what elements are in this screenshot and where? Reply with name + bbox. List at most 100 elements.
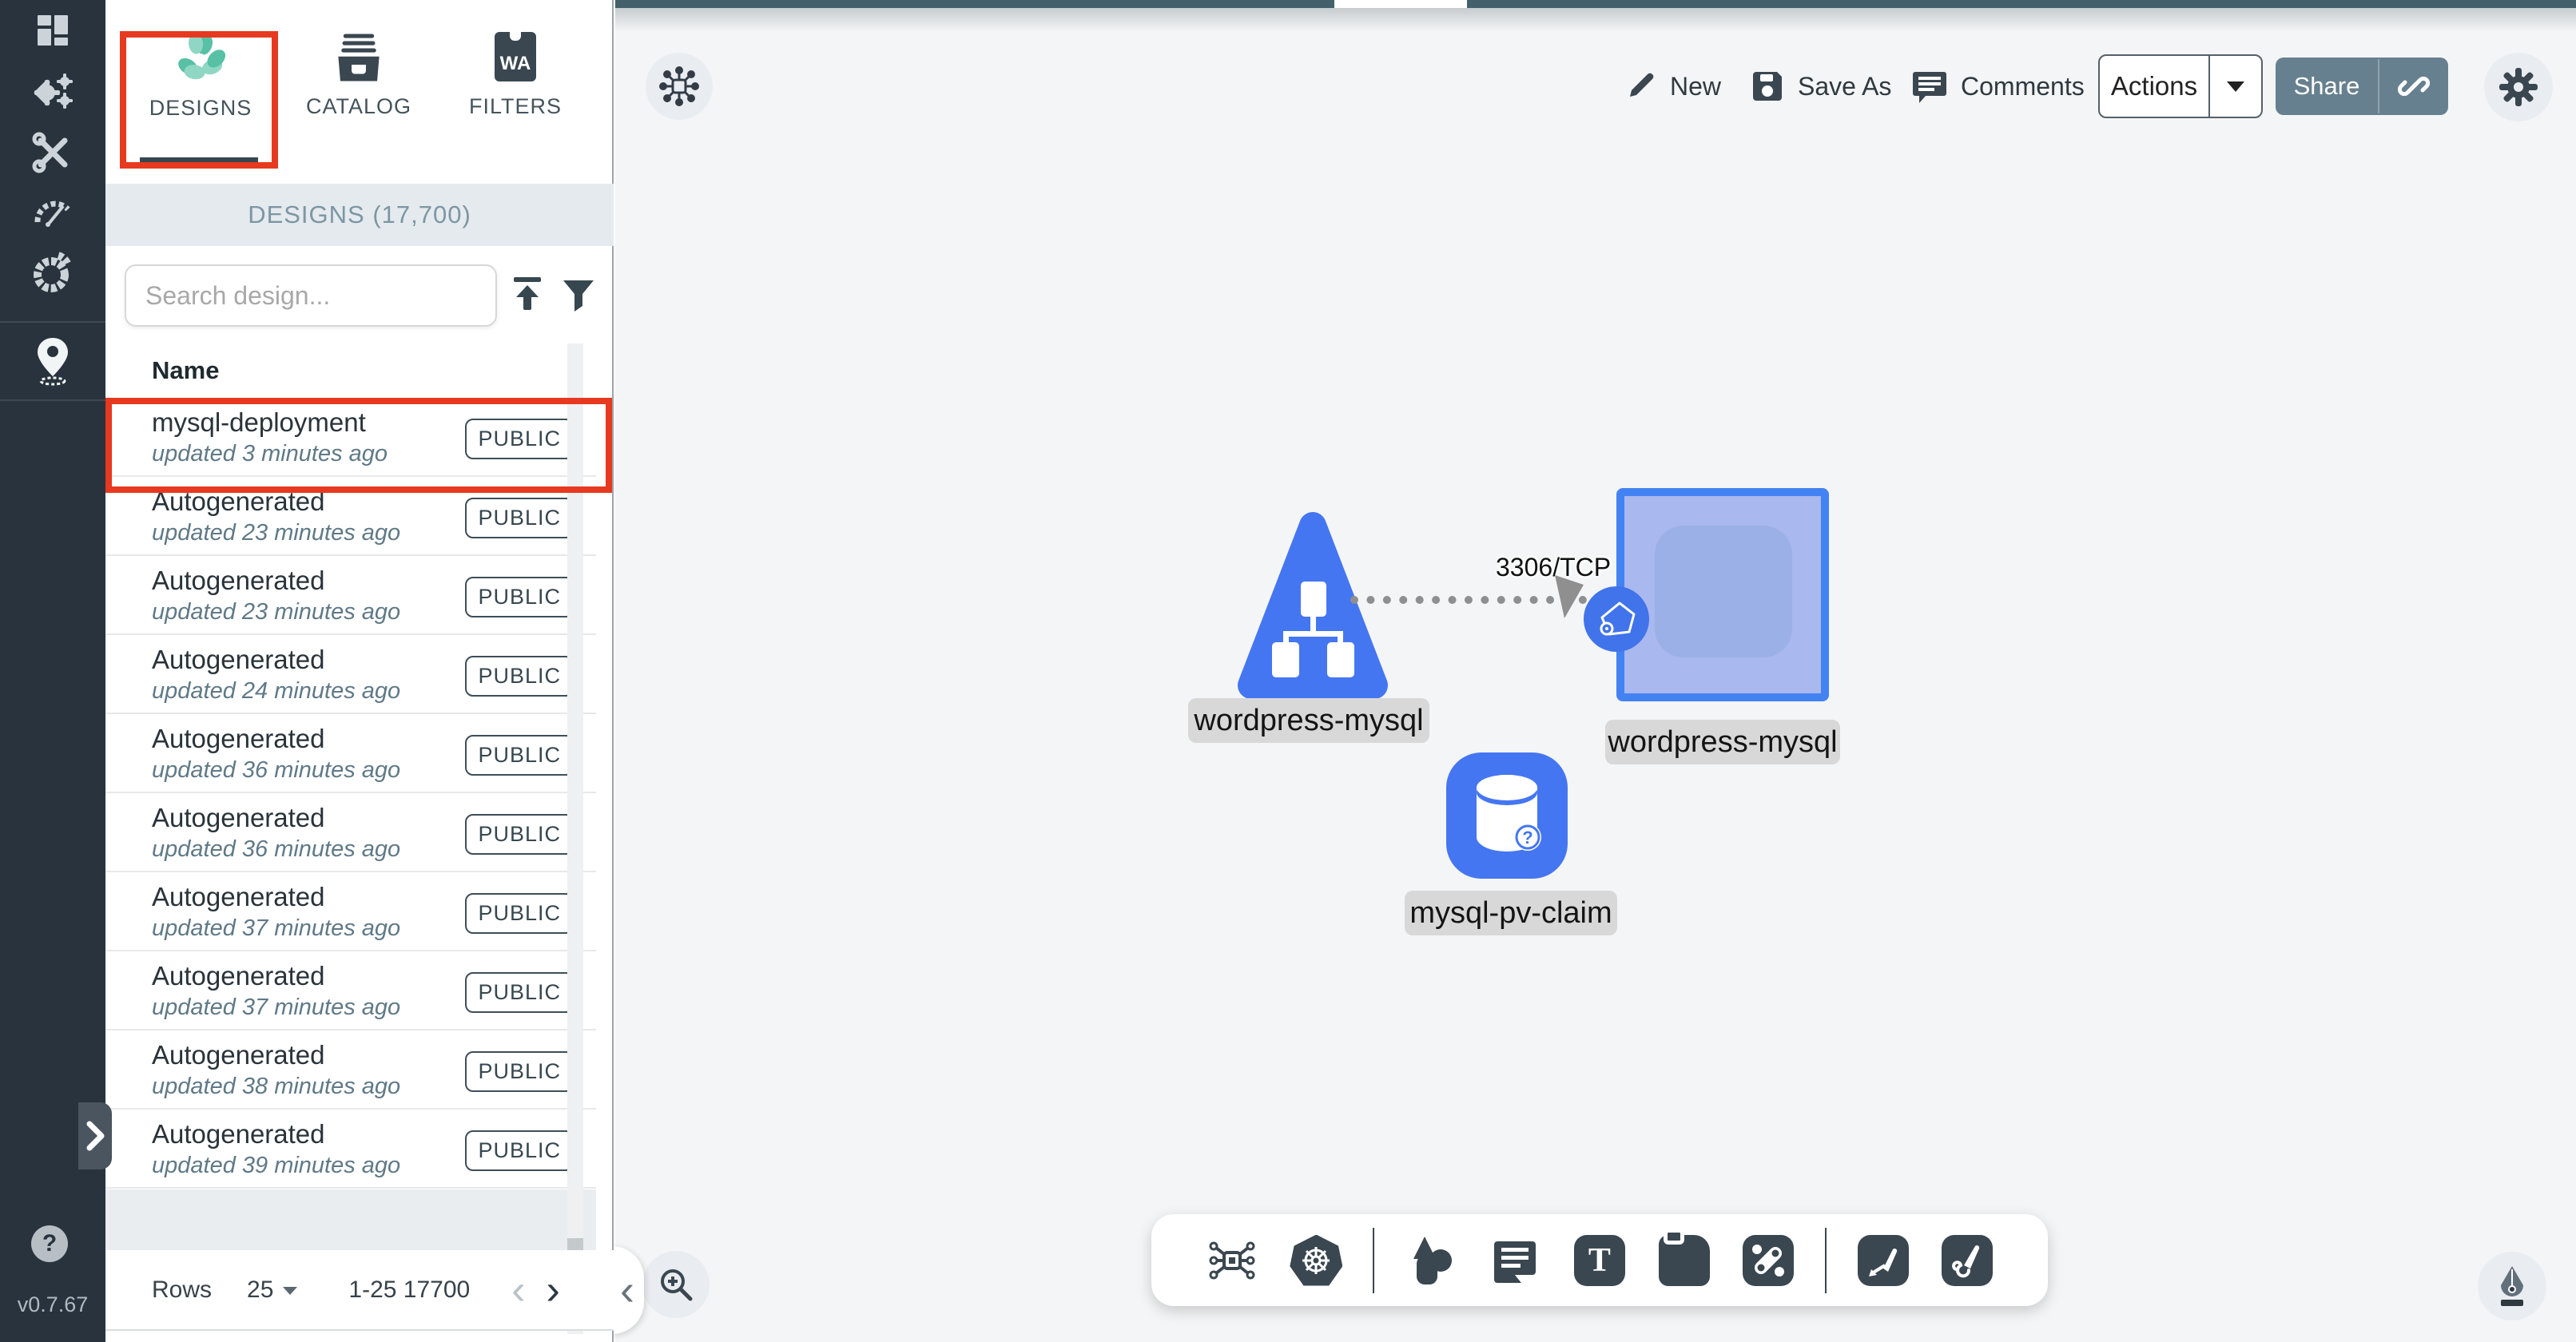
canvas-top-strip: [615, 0, 2576, 8]
wasm-filter-icon: WA: [493, 32, 538, 83]
nav-divider: [0, 321, 105, 323]
actions-dropdown-button[interactable]: [2210, 79, 2261, 93]
chevron-down-icon: [281, 1284, 299, 1296]
save-icon: [1750, 69, 1785, 104]
node-persistent-volume-claim[interactable]: ?: [1446, 752, 1568, 879]
tab-catalog[interactable]: CATALOG: [291, 32, 427, 160]
actions-button[interactable]: Actions: [2098, 54, 2263, 118]
shapes-tool[interactable]: [1403, 1233, 1459, 1288]
column-header-name: Name: [152, 356, 219, 385]
rows-per-page-select[interactable]: 25: [247, 1276, 299, 1304]
freehand-draw-tool[interactable]: [1939, 1233, 1995, 1288]
component-tool[interactable]: [1204, 1233, 1260, 1288]
canvas-settings-button[interactable]: [2484, 53, 2553, 121]
list-footer-spacer: [105, 1189, 596, 1250]
kubernetes-tool[interactable]: [1288, 1233, 1344, 1288]
visibility-badge: PUBLIC: [465, 577, 574, 617]
design-row[interactable]: Autogenerated updated 36 minutes ago PUB…: [105, 793, 596, 872]
note-tool[interactable]: [1656, 1233, 1712, 1288]
list-scrollbar[interactable]: [567, 343, 583, 1334]
kanvas-pin-icon[interactable]: [0, 336, 105, 387]
comments-button[interactable]: Comments: [1911, 58, 2085, 115]
kubernetes-icon: [1290, 1235, 1342, 1286]
comment-icon: [1911, 69, 1948, 104]
copy-link-button[interactable]: [2379, 70, 2448, 102]
visibility-badge: PUBLIC: [465, 656, 574, 697]
upload-design-button[interactable]: [505, 272, 550, 320]
visibility-badge: PUBLIC: [465, 1051, 574, 1092]
edge-draw-tool[interactable]: [1855, 1233, 1911, 1288]
design-row[interactable]: Autogenerated updated 23 minutes ago PUB…: [105, 556, 596, 635]
design-search: [125, 264, 497, 327]
design-row[interactable]: Autogenerated updated 24 minutes ago PUB…: [105, 635, 596, 714]
node-kubernetes-service[interactable]: [1237, 511, 1389, 711]
svg-text:?: ?: [1522, 828, 1532, 848]
tab-designs[interactable]: DESIGNS: [133, 32, 268, 160]
design-name: Autogenerated: [152, 724, 325, 754]
design-updated: updated 36 minutes ago: [152, 836, 400, 863]
edge-endpoint-badge[interactable]: [1584, 586, 1649, 652]
upload-icon: [509, 276, 546, 316]
performance-gauge-icon[interactable]: [0, 190, 105, 228]
zoom-in-button[interactable]: [642, 1251, 710, 1318]
component-icon: [1207, 1235, 1258, 1286]
extensions-icon[interactable]: [0, 251, 105, 294]
share-button[interactable]: Share: [2276, 58, 2448, 115]
text-icon: T: [1574, 1235, 1625, 1286]
note-icon: [1659, 1235, 1710, 1286]
save-as-button[interactable]: Save As: [1750, 58, 1891, 115]
tab-filters[interactable]: WA FILTERS: [447, 32, 583, 160]
design-name: Autogenerated: [152, 566, 325, 596]
zoom-in-icon: [656, 1265, 696, 1304]
design-updated: updated 39 minutes ago: [152, 1153, 400, 1179]
dashboard-icon[interactable]: [0, 11, 105, 50]
design-canvas[interactable]: New Save As Comments Actions: [615, 0, 2576, 1342]
visibility-badge: PUBLIC: [465, 972, 574, 1013]
page-prev-button[interactable]: ‹: [508, 1278, 528, 1302]
design-row[interactable]: Autogenerated updated 39 minutes ago PUB…: [105, 1110, 596, 1189]
node-label-pvc[interactable]: mysql-pv-claim: [1405, 891, 1617, 935]
shapes-icon: [1407, 1235, 1455, 1286]
canvas-top-shadow: [615, 8, 2576, 32]
visibility-badge: PUBLIC: [465, 735, 574, 776]
design-row[interactable]: Autogenerated updated 37 minutes ago PUB…: [105, 872, 596, 951]
design-name: Autogenerated: [152, 1119, 325, 1149]
funnel-icon: [560, 277, 597, 314]
link-icon: [2398, 70, 2430, 102]
node-kubernetes-deployment[interactable]: [1616, 488, 1829, 701]
sidebar-expand-button[interactable]: [78, 1102, 112, 1169]
comment-icon: [1491, 1237, 1539, 1284]
configuration-wrenches-icon[interactable]: [0, 131, 105, 174]
design-name: mysql-deployment: [152, 407, 366, 438]
node-label-deployment[interactable]: wordpress-mysql: [1605, 720, 1840, 764]
link-tool[interactable]: [1740, 1233, 1796, 1288]
design-row[interactable]: Autogenerated updated 38 minutes ago PUB…: [105, 1030, 596, 1110]
search-input[interactable]: [126, 281, 481, 311]
design-row[interactable]: mysql-deployment updated 3 minutes ago P…: [105, 398, 596, 477]
visualize-cluster-button[interactable]: [646, 53, 713, 120]
canvas-bottom-toolbar: T: [1151, 1214, 2048, 1306]
text-tool[interactable]: T: [1572, 1233, 1628, 1288]
app-version: v0.7.67: [0, 1292, 105, 1317]
help-icon[interactable]: ?: [31, 1225, 68, 1262]
filter-list-button[interactable]: [556, 272, 601, 320]
gear-icon: [2498, 66, 2539, 108]
design-row[interactable]: Autogenerated updated 37 minutes ago PUB…: [105, 951, 596, 1030]
panel-collapse-button[interactable]: ‹: [610, 1246, 644, 1334]
catalog-drawer-icon: [334, 32, 384, 83]
lifecycle-gears-icon[interactable]: [0, 70, 105, 113]
comment-tool[interactable]: [1487, 1233, 1543, 1288]
new-design-button[interactable]: New: [1624, 58, 1721, 115]
node-label-service[interactable]: wordpress-mysql: [1188, 698, 1429, 743]
tab-filters-label: FILTERS: [469, 94, 562, 119]
visibility-badge: PUBLIC: [465, 893, 574, 934]
pagination-range: 1-25 17700: [348, 1276, 470, 1304]
design-name: Autogenerated: [152, 882, 325, 912]
visibility-badge: PUBLIC: [465, 419, 574, 459]
cluster-icon: [658, 66, 700, 107]
design-row[interactable]: Autogenerated updated 23 minutes ago PUB…: [105, 477, 596, 556]
design-row[interactable]: Autogenerated updated 36 minutes ago PUB…: [105, 714, 596, 793]
actions-label: Actions: [2100, 71, 2208, 101]
page-next-button[interactable]: ›: [543, 1278, 563, 1302]
design-mode-indicator[interactable]: [2478, 1252, 2546, 1320]
